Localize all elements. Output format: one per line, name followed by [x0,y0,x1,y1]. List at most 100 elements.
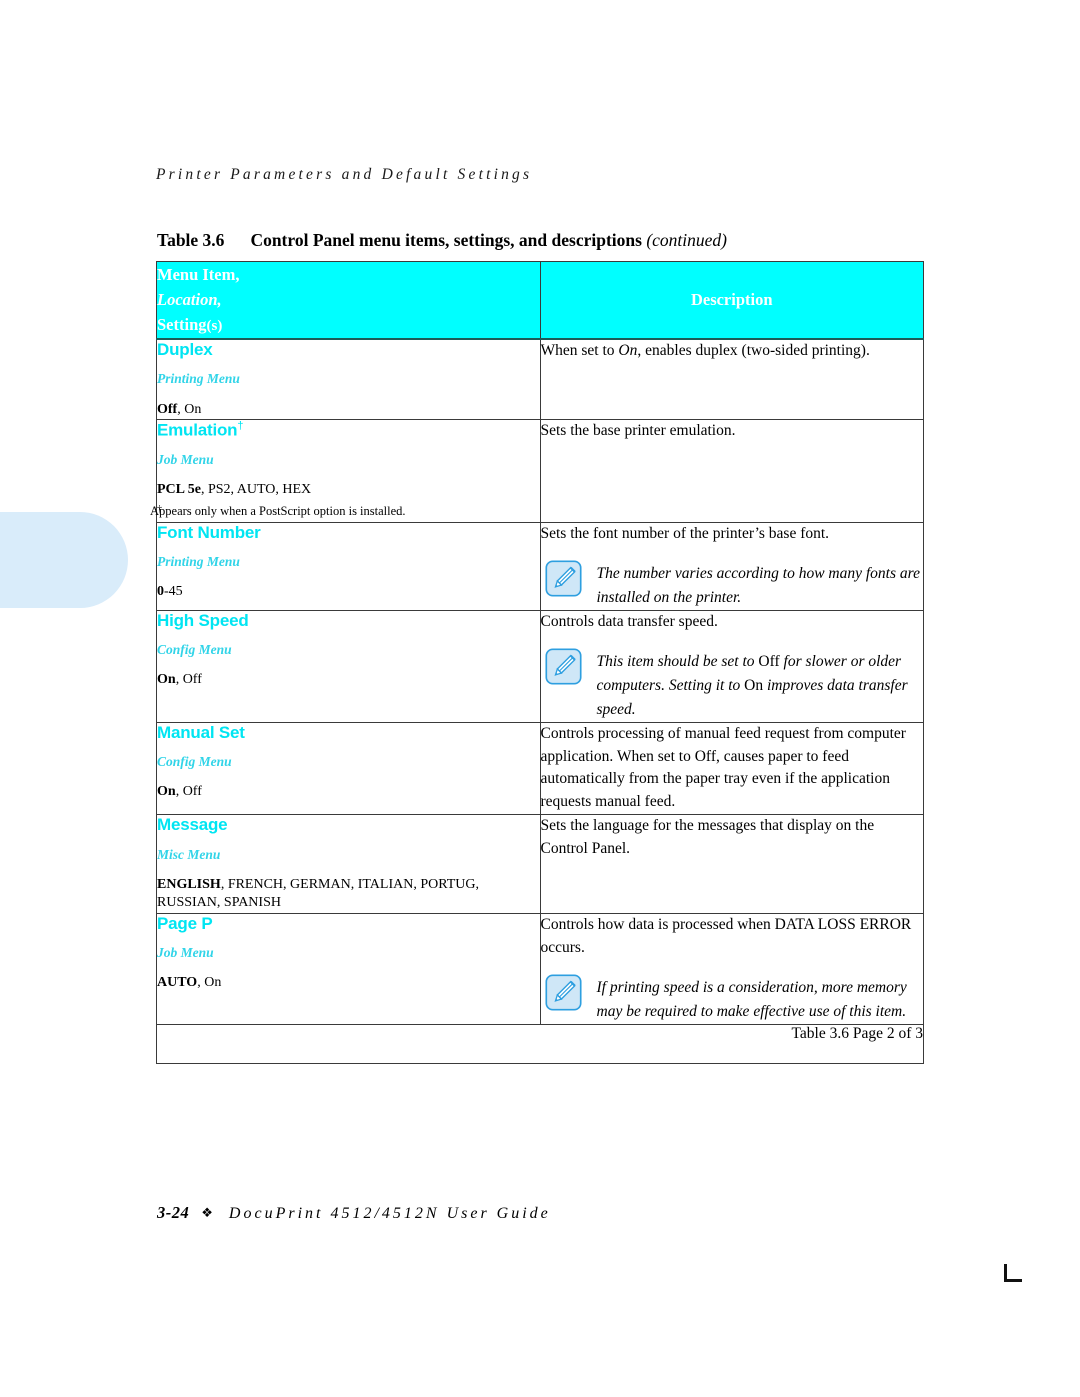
menu-item-name: High Speed [157,610,249,630]
menu-item-name: Manual Set [157,722,245,742]
default-setting: Off [157,401,178,417]
menu-item-footnote: †Appears only when a PostScript option i… [150,503,540,522]
description-cell: Controls processing of manual feed reque… [539,721,924,816]
header-cell-description: Description [539,260,924,340]
default-setting: ENGLISH [157,876,221,892]
menu-item-cell: High Speed Config Menu On, Off [156,609,541,723]
description-text: Sets the language for the messages that … [541,815,924,861]
note-block: The number varies according to how many … [541,560,924,610]
menu-item-name: Emulation† [157,420,244,440]
note-text-part: This item should be set to [596,652,759,670]
caption-number: Table 3.6 [157,230,225,250]
table-caption: Table 3.6 Control Panel menu items, setti… [157,230,727,251]
table-row: Font Number Printing Menu 0-45 Sets the fon… [156,521,924,611]
default-setting: 0 [157,584,164,600]
table-footer-row: Table 3.6 Page 2 of 3 [156,1023,924,1064]
default-setting: AUTO [157,975,198,991]
other-settings: , Off [175,672,202,688]
description-text: Controls how data is processed when DATA… [541,914,924,960]
menu-item-location: Printing Menu [157,371,240,387]
menu-item-settings: On, Off [157,783,540,801]
description-part: , enables duplex (two-sided printing). [637,341,870,359]
control-panel-menu-table: Menu Item, Location, Setting(s) Descript… [150,260,924,1064]
menu-item-name: Font Number [157,522,261,542]
menu-item-settings: On, Off [157,671,540,689]
description-part: Controls data transfer speed. [540,612,718,630]
pencil-note-icon [544,560,582,597]
margin-thumb-tab [0,512,128,608]
header-settings-label: Setting(s) [157,315,223,335]
table-row: High Speed Config Menu On, Off Controls dat… [156,609,924,723]
menu-item-location: Config Menu [157,753,232,769]
caption-continued: (continued) [646,230,727,250]
note-text-part: The number varies according to how many … [596,564,920,606]
menu-item-cell: Font Number Printing Menu 0-45 [156,521,541,611]
note-text-part: If printing speed is a consideration, mo… [596,978,907,1020]
default-setting: On [157,672,176,688]
table-header-row: Menu Item, Location, Setting(s) Descript… [156,260,924,340]
menu-item-settings: ENGLISH, FRENCH, GERMAN, ITALIAN, PORTUG… [157,876,540,913]
menu-item-name: Page P [157,913,213,933]
diamond-icon: ❖ [201,1206,213,1221]
description-text: Controls data transfer speed. [541,611,924,634]
description-cell: Sets the language for the messages that … [539,814,924,914]
menu-item-settings: 0-45 [157,583,540,601]
menu-item-location: Job Menu [157,452,214,468]
page-footer: 3-24 ❖ DocuPrint 4512/4512N User Guide [157,1203,551,1223]
note-literal-value: On [744,676,764,694]
menu-item-cell: Manual Set Config Menu On, Off [156,721,541,816]
description-cell: Controls data transfer speed. This item … [539,609,924,723]
menu-item-location: Config Menu [157,641,232,657]
note-block: If printing speed is a consideration, mo… [541,974,924,1024]
description-cell: Sets the font number of the printer’s ba… [539,521,924,611]
description-part: When set to [540,341,619,359]
pencil-note-icon [544,647,582,685]
description-text: Controls processing of manual feed reque… [541,723,924,815]
crop-mark [1004,1264,1022,1282]
description-text: Sets the base printer emulation. [541,420,924,443]
menu-item-cell: Duplex Printing Menu Off, On [156,338,541,420]
table-page-indicator: Table 3.6 Page 2 of 3 [156,1023,924,1064]
menu-item-settings: Off, On [157,401,540,419]
pencil-note-icon [544,974,582,1011]
header-location-label: Location, [157,290,222,310]
note-block: This item should be set to Off for slowe… [541,647,924,722]
description-part: Controls how data is processed when DATA… [540,915,912,956]
table-row: Page P Job Menu AUTO, On Controls how data … [156,912,924,1025]
description-cell: When set to On, enables duplex (two-side… [539,338,924,420]
table-row: Duplex Printing Menu Off, On When set to On… [156,338,924,420]
note-text: This item should be set to Off for slowe… [597,648,924,722]
description-cell: Controls how data is processed when DATA… [539,912,924,1025]
description-part: Sets the base printer emulation. [540,422,736,439]
description-part: Controls processing of manual feed reque… [540,724,906,811]
default-setting: On [157,784,176,800]
table-row: Manual Set Config Menu On, Off Controls pro… [156,721,924,816]
other-settings: , On [177,401,202,417]
menu-item-cell: Page P Job Menu AUTO, On [156,912,541,1025]
running-header: Printer Parameters and Default Settings [156,166,533,183]
description-cell: Sets the base printer emulation. [539,419,924,523]
header-cell-menu-item: Menu Item, Location, Setting(s) [156,260,541,340]
guide-title: DocuPrint 4512/4512N User Guide [228,1205,551,1222]
description-part: Sets the language for the messages that … [540,817,875,858]
other-settings: , PS2, AUTO, HEX [200,482,312,498]
menu-item-name: Duplex [157,339,213,359]
other-settings: -45 [164,584,183,600]
caption-title: Control Panel menu items, settings, and … [250,230,642,250]
description-text: When set to On, enables duplex (two-side… [541,340,924,363]
note-text: If printing speed is a consideration, mo… [597,974,924,1024]
note-literal-value: Off [758,652,780,670]
other-settings: , Off [175,784,202,800]
menu-item-cell: Emulation† Job Menu PCL 5e, PS2, AUTO, HEX… [150,419,541,523]
table-row: Emulation† Job Menu PCL 5e, PS2, AUTO, HEX… [150,419,924,523]
description-part: Sets the font number of the printer’s ba… [540,524,830,542]
footnote-dagger-icon: † [237,420,244,432]
menu-item-settings: PCL 5e, PS2, AUTO, HEX [157,481,540,499]
description-text: Sets the font number of the printer’s ba… [541,523,924,546]
menu-item-settings: AUTO, On [157,974,540,992]
footnote-text: Appears only when a PostScript option is… [150,503,406,518]
menu-item-location: Misc Menu [157,846,221,862]
menu-item-name: Message [157,815,228,835]
description-emphasis: On [618,341,638,359]
other-settings: , On [197,975,222,991]
